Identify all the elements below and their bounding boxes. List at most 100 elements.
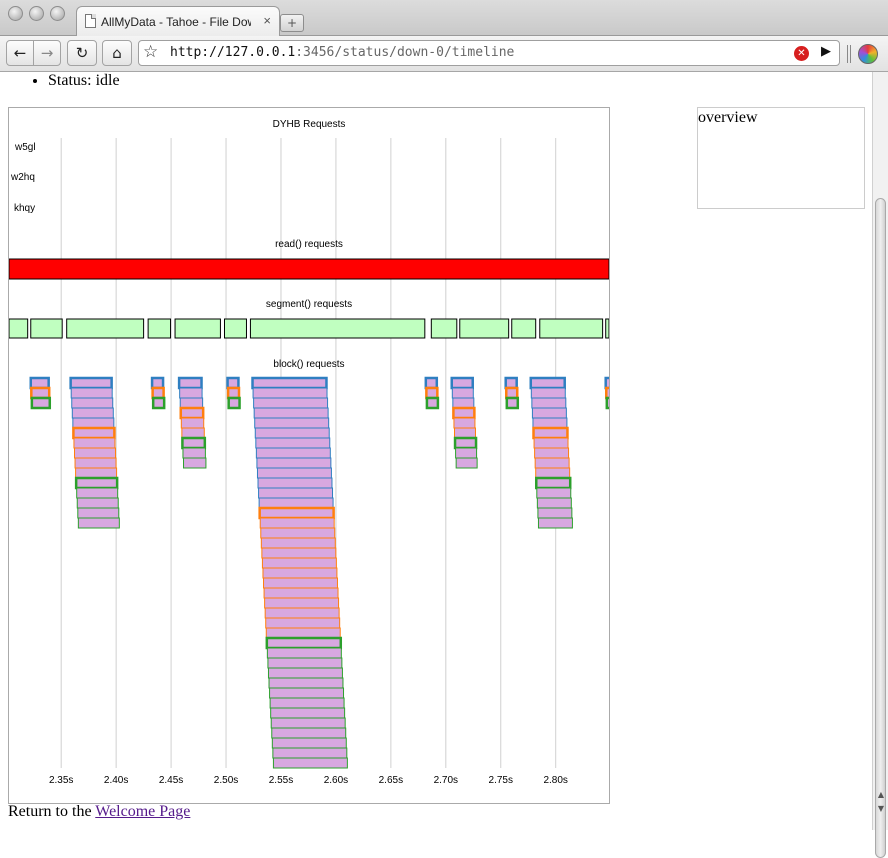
block-request-rect [259, 517, 335, 529]
x-tick-label: 2.75s [489, 775, 513, 786]
footer: Return to the Welcome Page [8, 803, 190, 821]
vertical-scrollbar[interactable]: ▲ ▼ [872, 72, 888, 858]
block-request-rect [269, 687, 345, 699]
block-request-rect [181, 436, 207, 450]
block-request-rect [72, 426, 116, 440]
block-request-rect [533, 437, 569, 449]
block-request-rect [73, 437, 116, 449]
extension-icon[interactable] [858, 44, 878, 64]
block-request-rect [267, 667, 343, 679]
block-request-rect [451, 387, 474, 399]
scroll-down-arrow-icon[interactable]: ▼ [873, 802, 888, 816]
bookmark-star-icon[interactable]: ☆ [143, 42, 158, 62]
server-label: w5gl [14, 142, 36, 153]
block-request-rect [74, 457, 117, 469]
block-request-rect [263, 587, 339, 599]
block-request-rect [537, 507, 573, 519]
block-request-rect [272, 747, 348, 759]
close-window-button[interactable] [8, 6, 23, 21]
block-request-rect [263, 577, 338, 589]
server-label: w2hq [10, 172, 35, 183]
scroll-up-arrow-icon[interactable]: ▲ [873, 788, 888, 802]
minimize-window-button[interactable] [29, 6, 44, 21]
x-tick-label: 2.65s [379, 775, 403, 786]
overview-panel: overview [697, 107, 865, 209]
block-request-rect [258, 506, 335, 520]
block-request-rect [425, 386, 439, 400]
segment-request-bar [174, 318, 221, 339]
zoom-window-button[interactable] [50, 6, 65, 21]
block-request-rect [70, 387, 113, 399]
server-label: khqy [14, 203, 35, 214]
segment-request-bar [430, 318, 458, 339]
tab-strip: AllMyData - Tahoe - File Dow × + [0, 0, 888, 36]
block-request-rect [177, 376, 203, 390]
tab-close-icon[interactable]: × [263, 13, 271, 28]
block-request-rect [253, 397, 329, 409]
block-request-rect [272, 757, 348, 769]
block-request-rect [76, 497, 119, 509]
block-request-rect [180, 417, 205, 429]
block-request-rect [71, 397, 114, 409]
block-request-rect [450, 376, 474, 390]
block-request-rect [253, 407, 329, 419]
block-request-rect [258, 487, 334, 499]
x-tick-label: 2.55s [269, 775, 293, 786]
url-text[interactable]: http://127.0.0.1:3456/status/down-0/time… [170, 45, 514, 60]
block-request-rect [505, 386, 519, 400]
block-request-rect [179, 397, 204, 409]
forward-button[interactable]: → [33, 40, 61, 66]
block-request-rect [254, 417, 330, 429]
block-request-rect [604, 376, 618, 390]
section-title: read() requests [275, 239, 343, 250]
block-request-rect [452, 397, 475, 409]
block-request-rect [531, 407, 567, 419]
block-request-rect [261, 557, 337, 569]
block-request-rect [453, 436, 478, 450]
block-request-rect [227, 396, 241, 410]
block-request-rect [452, 406, 476, 420]
block-request-rect [264, 597, 340, 609]
segment-request-bar [147, 318, 172, 339]
segment-request-bar [8, 318, 29, 339]
x-tick-label: 2.45s [159, 775, 183, 786]
toolbar: ← → ↻ ⌂ ☆ http://127.0.0.1:3456/status/d… [0, 36, 888, 72]
block-request-rect [71, 407, 114, 419]
block-request-rect [183, 457, 207, 469]
address-bar[interactable]: ☆ http://127.0.0.1:3456/status/down-0/ti… [138, 40, 840, 66]
toolbar-divider [847, 45, 848, 63]
back-button[interactable]: ← [6, 40, 34, 66]
timeline-chart: DYHB Requests read() requests segment() re… [8, 107, 620, 804]
block-request-rect [605, 396, 620, 410]
overview-label: overview [698, 109, 758, 126]
go-button[interactable]: ▶ [821, 44, 831, 59]
scrollbar-thumb[interactable] [875, 198, 886, 858]
stop-icon[interactable]: ✕ [794, 46, 809, 61]
block-request-rect [453, 417, 476, 429]
block-request-rect [264, 607, 340, 619]
block-request-rect [271, 727, 347, 739]
home-button[interactable]: ⌂ [102, 40, 132, 66]
block-request-rect [453, 427, 476, 439]
reload-button[interactable]: ↻ [67, 40, 97, 66]
segment-request-bar [539, 318, 604, 339]
new-tab-button[interactable]: + [280, 14, 304, 32]
block-request-rect [271, 737, 347, 749]
welcome-page-link[interactable]: Welcome Page [95, 803, 190, 820]
block-request-rect [254, 427, 330, 439]
status-list: Status: idle [30, 72, 120, 90]
block-request-rect [252, 387, 328, 399]
block-request-rect [537, 517, 573, 529]
block-request-rect [72, 417, 115, 429]
block-request-rect [265, 636, 343, 650]
block-request-rect [150, 376, 165, 390]
segment-request-bar [459, 318, 510, 339]
tab-active[interactable]: AllMyData - Tahoe - File Dow × [76, 6, 280, 36]
block-request-rect [267, 657, 343, 669]
section-title: block() requests [273, 359, 344, 370]
timeline-svg: DYHB Requests read() requests segment() re… [8, 119, 620, 786]
block-request-rect [505, 396, 520, 410]
block-request-rect [268, 677, 344, 689]
x-tick-label: 2.60s [324, 775, 348, 786]
block-request-rect [455, 457, 478, 469]
